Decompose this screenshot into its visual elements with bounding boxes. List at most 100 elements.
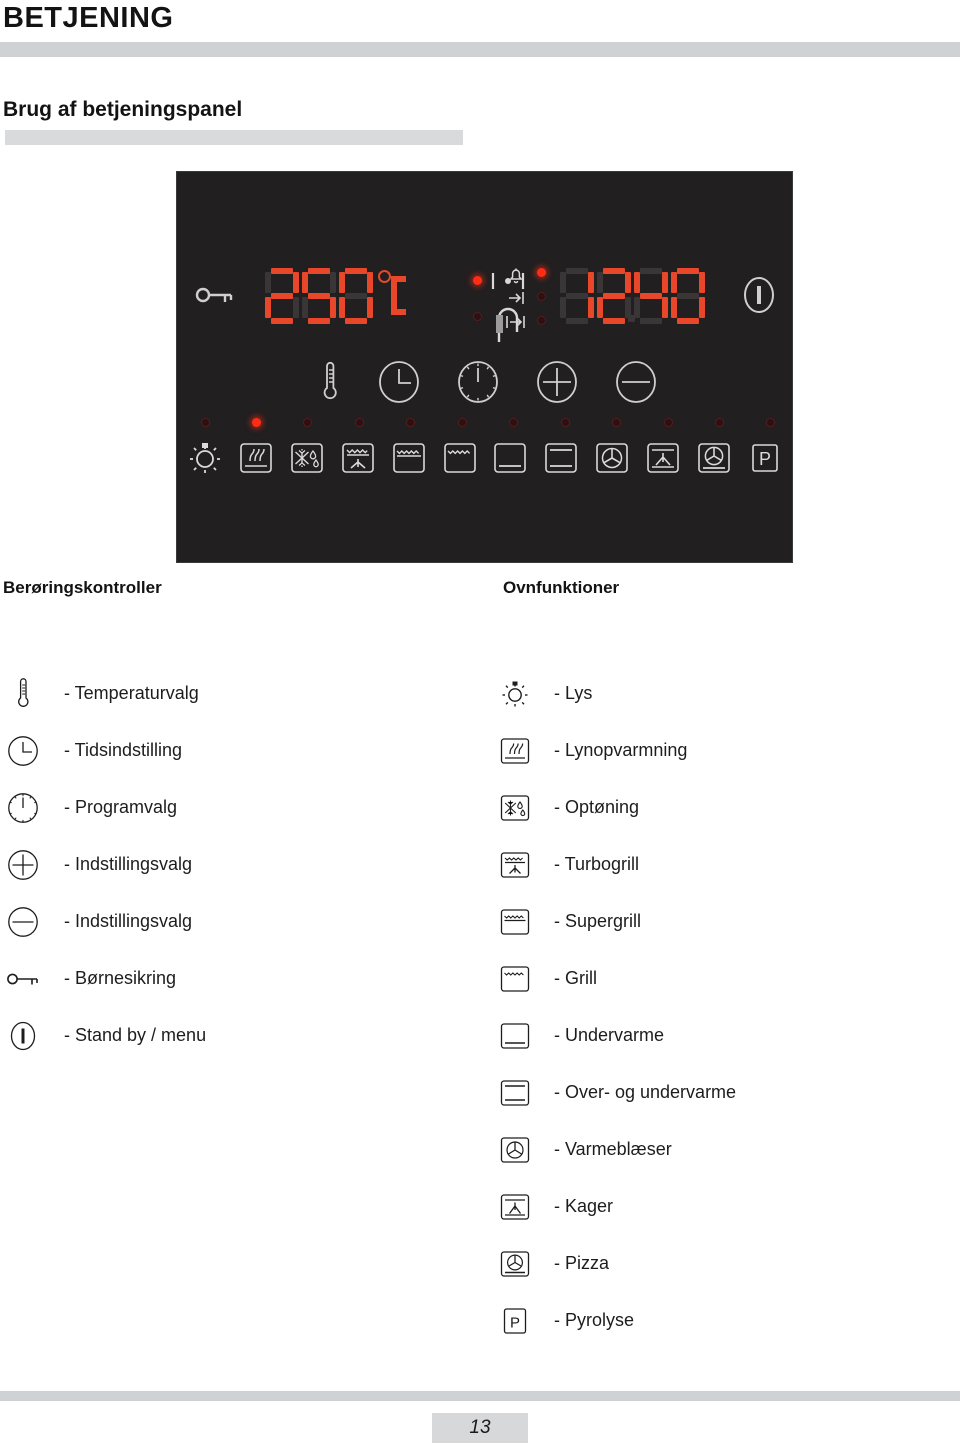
list-item: - Programvalg: [0, 779, 470, 836]
seg-digit: [597, 268, 631, 324]
list-item: - Supergrill: [494, 893, 954, 950]
plus-icon[interactable]: [536, 360, 578, 404]
list-item: - Indstillingsvalg: [0, 836, 470, 893]
legend-column-oven-functions: - Lys - Lynopvarmning - Optøning - Turbo…: [494, 665, 954, 1349]
fast-preheat-icon: [494, 737, 536, 765]
top-bottom-heat-icon[interactable]: [541, 441, 581, 475]
list-item: - Stand by / menu: [0, 1007, 470, 1064]
list-item: - Kager: [494, 1178, 954, 1235]
manual-page: BETJENING Brug af betjeningspanel P Berø…: [0, 0, 960, 1450]
end-time-led: [537, 292, 546, 301]
touch-controls-row: [319, 360, 657, 404]
pyrolysis-icon: P: [494, 1307, 536, 1335]
bottom-heat-icon[interactable]: [490, 441, 530, 475]
function-icon-row: P: [185, 440, 785, 476]
key-icon: [0, 970, 46, 988]
list-item-label: - Turbogrill: [554, 854, 640, 874]
function-led: [200, 418, 210, 427]
supergrill-icon[interactable]: [389, 441, 429, 475]
legend-heading-touch-controls: Berøringskontroller: [3, 578, 162, 597]
list-item: - Over- og undervarme: [494, 1064, 954, 1121]
seg-digit: [560, 268, 594, 324]
list-item: P - Pyrolyse: [494, 1292, 954, 1349]
list-item-label: - Indstillingsvalg: [64, 854, 193, 874]
defrost-icon: [494, 794, 536, 822]
duration-icon: [506, 316, 525, 328]
fan-heat-icon: [494, 1136, 536, 1164]
clock-icon: [0, 735, 46, 767]
function-led: [612, 418, 622, 427]
list-item: - Temperaturvalg: [0, 665, 470, 722]
minus-icon: [0, 906, 46, 938]
fast-preheat-icon[interactable]: [236, 441, 276, 475]
minus-icon[interactable]: [615, 360, 657, 404]
cakes-icon: [494, 1193, 536, 1221]
fan-heat-icon[interactable]: [592, 441, 632, 475]
list-item: - Turbogrill: [494, 836, 954, 893]
list-item-label: - Lynopvarmning: [554, 740, 688, 760]
power-icon: [0, 1020, 46, 1052]
header-rule: [0, 42, 960, 57]
list-item-label: - Tidsindstilling: [64, 740, 183, 760]
page-number-box: 13: [432, 1413, 528, 1443]
end-time-icon: [509, 292, 524, 304]
defrost-icon[interactable]: [287, 441, 327, 475]
key-icon: [195, 284, 235, 306]
list-item-label: - Pyrolyse: [554, 1310, 635, 1330]
svg-text:P: P: [510, 1314, 520, 1331]
function-led: [509, 418, 519, 427]
legend-heading-oven-functions: Ovnfunktioner: [503, 578, 620, 597]
seg-digit: [302, 268, 336, 324]
section-rule: [5, 130, 463, 145]
function-led: [560, 418, 570, 427]
thermometer-icon[interactable]: [319, 360, 341, 404]
degree-celsius-glyph: [376, 268, 410, 324]
clock-display: [560, 268, 708, 324]
power-icon: [742, 275, 776, 315]
bell-led: [537, 268, 546, 277]
cakes-icon[interactable]: [643, 441, 683, 475]
pyrolysis-icon[interactable]: P: [745, 441, 785, 475]
function-led: [766, 418, 776, 427]
function-led: [715, 418, 725, 427]
function-led: [663, 418, 673, 427]
probe-led-top: [473, 276, 482, 285]
timer-indicator-group: [506, 264, 567, 344]
list-item: - Lynopvarmning: [494, 722, 954, 779]
light-icon[interactable]: [185, 440, 225, 476]
list-item-label: - Optøning: [554, 797, 640, 817]
clock-icon[interactable]: [378, 360, 420, 404]
grill-icon[interactable]: [440, 441, 480, 475]
pizza-icon[interactable]: [694, 441, 734, 475]
list-item-label: - Over- og undervarme: [554, 1082, 737, 1102]
list-item-label: - Pizza: [554, 1253, 610, 1273]
list-item: - Optøning: [494, 779, 954, 836]
chapter-title: BETJENING: [3, 2, 174, 34]
list-item-label: - Varmeblæser: [554, 1139, 672, 1159]
timer-icon[interactable]: [457, 360, 499, 404]
temperature-display: [265, 268, 412, 324]
list-item: - Lys: [494, 665, 954, 722]
oven-control-panel-image: P: [177, 172, 792, 562]
list-item-label: - Kager: [554, 1196, 614, 1216]
duration-led: [537, 316, 546, 325]
function-led-row: [199, 418, 777, 427]
page-number: 13: [469, 1417, 491, 1438]
seg-digit: [671, 268, 705, 324]
list-item-label: - Supergrill: [554, 911, 642, 931]
list-item: - Undervarme: [494, 1007, 954, 1064]
list-item: - Pizza: [494, 1235, 954, 1292]
footer-rule: [0, 1391, 960, 1401]
list-item-label: - Indstillingsvalg: [64, 911, 193, 931]
svg-text:P: P: [759, 449, 771, 469]
timer-icon: [0, 792, 46, 824]
pizza-icon: [494, 1250, 536, 1278]
list-item-label: - Lys: [554, 683, 593, 703]
function-led: [406, 418, 416, 427]
seg-digit: [628, 268, 668, 324]
turbogrill-icon[interactable]: [338, 441, 378, 475]
section-title: Brug af betjeningspanel: [3, 98, 243, 121]
list-item: - Børnesikring: [0, 950, 470, 1007]
seg-digit: [339, 268, 373, 324]
list-item-label: - Programvalg: [64, 797, 178, 817]
